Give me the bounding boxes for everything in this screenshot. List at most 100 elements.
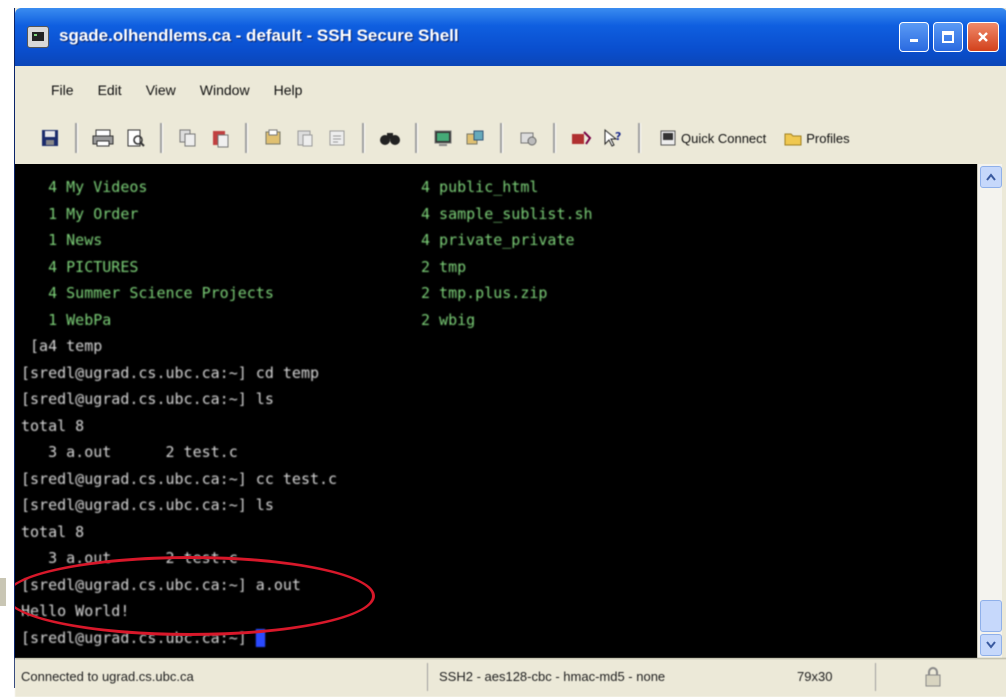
terminal-line-text: Hello World! [21,602,130,620]
toolbar-separator [415,123,418,153]
new-file-transfer-icon[interactable] [462,125,488,151]
terminal-output: 4 My Videos 4 public_html 1 My Order 4 sam… [21,174,593,652]
connection-status: Connected to ugrad.cs.ubc.ca [21,669,194,684]
terminal-line-text: 2 wbig [421,310,476,329]
terminal-cursor: █ [255,628,265,647]
toolbar: ? Quick Connect Profiles [21,114,997,162]
chevron-up-icon [986,173,996,181]
menu-edit[interactable]: Edit [98,82,122,98]
terminal-size: 79x30 [797,669,833,684]
terminal-line-text: 4 My Videos [21,178,148,196]
terminal-line-text: [a4 temp [21,337,103,355]
print-preview-icon[interactable] [122,125,148,151]
close-icon [978,32,988,42]
terminal-line-text: [sredl@ugrad.cs.ubc.ca:~] cc test.c [21,469,338,488]
scroll-thumb[interactable] [980,600,1002,632]
window-title: sgade.olhendlems.ca - default - SSH Secu… [59,26,459,45]
save-icon[interactable] [37,125,63,151]
copy-icon[interactable] [175,125,201,151]
quick-connect-label: Quick Connect [681,130,767,146]
maximize-button[interactable] [933,22,963,52]
chevron-down-icon [986,641,996,649]
terminal-line-text: total 8 [21,522,85,541]
terminal-line-text: [sredl@ugrad.cs.ubc.ca:~] ls [21,496,274,514]
scroll-up-button[interactable] [980,166,1002,188]
scroll-down-button[interactable] [980,634,1002,656]
terminal-line: 3 a.out 2 test.c [21,439,337,466]
terminal-line-text: 1 WebPa [21,310,112,329]
terminal-line: [sredl@ugrad.cs.ubc.ca:~] ls [21,492,337,519]
ssh-client-window: sgade.olhendlems.ca - default - SSH Secu… [14,8,1006,697]
menu-help[interactable]: Help [274,82,303,98]
menu-view[interactable]: View [146,82,176,98]
print-icon[interactable] [90,125,116,151]
terminal-line: 4 My Videos 4 public_html [21,174,538,201]
settings-icon[interactable] [515,125,541,151]
terminal-line: [sredl@ugrad.cs.ubc.ca:~] a.out [21,572,337,599]
toolbar-separator [500,123,503,153]
terminal-line: 4 PICTURES 2 tmp [21,254,466,281]
terminal-line: 1 News 4 private_private [21,227,574,254]
terminal-line-text: 4 private_private [421,231,575,249]
terminal-line-text: [sredl@ugrad.cs.ubc.ca:~] cd temp [21,363,320,382]
lock-icon [921,665,945,689]
terminal-area[interactable]: 4 My Videos 4 public_html 1 My Order 4 sam… [15,164,977,658]
terminal-line-text: total 8 [21,416,85,435]
copy-file-icon[interactable] [260,125,286,151]
terminal-line-text: [sredl@ugrad.cs.ubc.ca:~] a.out [21,575,301,594]
encryption-status: SSH2 - aes128-cbc - hmac-md5 - none [439,669,666,684]
profiles-label: Profiles [806,130,850,146]
terminal-line: 4 Summer Science Projects 2 tmp.plus.zip [21,280,547,307]
terminal-line: total 8 [21,519,337,546]
profile-icon[interactable] [568,125,594,151]
terminal-line-text: 3 a.out 2 test.c [21,443,238,461]
vertical-scrollbar[interactable] [977,164,1002,658]
terminal-line-text: 4 PICTURES [21,257,139,276]
toolbar-separator [638,123,641,153]
terminal-line: [sredl@ugrad.cs.ubc.ca:~] ls [21,386,337,413]
menu-window[interactable]: Window [200,82,250,98]
title-bar[interactable]: sgade.olhendlems.ca - default - SSH Secu… [15,8,1006,66]
terminal-line: 3 a.out 2 test.c [21,545,337,572]
toolbar-separator [160,123,163,153]
terminal-line: 1 My Order 4 sample_sublist.sh [21,201,593,228]
terminal-line: total 8 [21,413,337,440]
terminal-line: [sredl@ugrad.cs.ubc.ca:~] cc test.c [21,466,337,493]
status-divider [875,663,876,691]
menu-bar: File Edit View Window Help [15,70,1006,110]
profiles-button[interactable]: Profiles [778,129,855,147]
minimize-icon [910,39,918,42]
terminal-line: 1 WebPa 2 wbig [21,307,475,334]
ssh-app-icon [27,26,49,48]
minimize-button[interactable] [899,22,929,52]
terminal-line-text: 1 My Order [21,204,139,223]
help-icon[interactable]: ? [600,125,626,151]
toolbar-separator [362,123,365,153]
terminal-line-text: [sredl@ugrad.cs.ubc.ca:~] ls [21,390,274,408]
terminal-line: Hello World! [21,598,337,625]
svg-text:?: ? [615,130,621,143]
toolbar-separator [245,123,248,153]
paste-icon[interactable] [207,125,233,151]
terminal-line-text: [sredl@ugrad.cs.ubc.ca:~] [21,628,256,647]
find-icon[interactable] [377,125,403,151]
terminal-line: [sredl@ugrad.cs.ubc.ca:~] █ [21,625,337,652]
paste-file-icon[interactable] [292,125,318,151]
status-divider [427,663,428,691]
toolbar-separator [553,123,556,153]
quick-connect-icon [660,130,676,146]
close-button[interactable] [967,22,999,52]
terminal-line-text: 4 public_html [421,178,539,196]
new-terminal-icon[interactable] [430,125,456,151]
paste-special-icon[interactable] [324,125,350,151]
terminal-line-text: 2 tmp [421,257,467,276]
terminal-line-text: 4 sample_sublist.sh [421,204,593,223]
terminal-line-text: 2 tmp.plus.zip [421,284,548,302]
quick-connect-button[interactable]: Quick Connect [653,129,772,147]
toolbar-separator [75,123,78,153]
desktop-edge [0,578,6,606]
status-bar: Connected to ugrad.cs.ubc.ca SSH2 - aes1… [15,658,1006,697]
terminal-line-text: 4 Summer Science Projects [21,284,274,302]
menu-file[interactable]: File [51,82,74,98]
terminal-line-text: 3 a.out 2 test.c [21,549,238,567]
